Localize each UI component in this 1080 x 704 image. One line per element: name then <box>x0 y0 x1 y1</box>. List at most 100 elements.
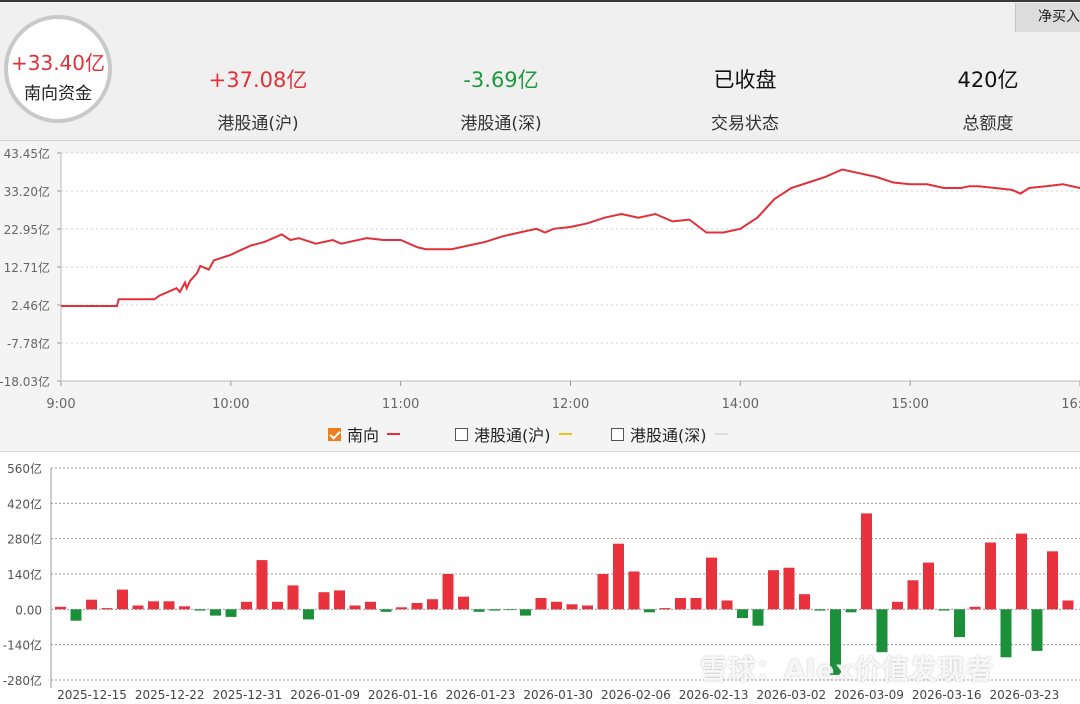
y-tick-label: 280亿 <box>7 532 42 547</box>
legend-item-sh[interactable]: 港股通(沪) <box>455 424 572 445</box>
stat-sz-label: 港股通(深) <box>460 114 542 134</box>
bar <box>814 609 826 611</box>
legend-line-swatch <box>387 433 401 435</box>
stat-sh-value: +37.08亿 <box>208 68 308 92</box>
bar <box>628 571 640 610</box>
legend-line-swatch <box>558 433 572 435</box>
bar <box>349 605 361 610</box>
bar <box>737 609 748 619</box>
bar <box>365 601 376 610</box>
y-tick-label: 140亿 <box>7 567 42 582</box>
south-total-badge: +33.40亿 南向资金 <box>4 15 112 123</box>
bar <box>504 609 516 611</box>
x-tick-label: 10:00 <box>212 397 249 412</box>
bar <box>675 598 686 610</box>
bar <box>520 609 531 616</box>
bar <box>194 609 206 611</box>
bar <box>132 605 144 610</box>
bar <box>1062 600 1074 610</box>
net-buy-button[interactable]: 净买入 <box>1015 3 1080 32</box>
bar <box>768 570 779 610</box>
x-tick-label: 2025-12-22 <box>135 688 205 702</box>
y-tick-label: 43.45亿 <box>4 146 50 161</box>
x-tick-label: 2026-03-02 <box>756 688 826 702</box>
x-tick-label: 15:00 <box>891 397 928 412</box>
stat-trade-status: 已收盘 交易状态 <box>655 66 835 134</box>
bar <box>411 603 423 610</box>
legend-item-sz[interactable]: 港股通(深) <box>611 424 728 445</box>
bar <box>287 585 299 610</box>
quota-label: 总额度 <box>962 114 1014 134</box>
checkbox-unchecked-icon[interactable] <box>455 427 468 441</box>
bar <box>86 599 97 610</box>
y-tick-label: 12.71亿 <box>4 260 50 275</box>
legend-item-south[interactable]: 南向 <box>328 424 401 445</box>
bar <box>969 606 981 610</box>
bar <box>892 601 903 610</box>
x-tick-label: 2026-01-23 <box>446 688 516 702</box>
intraday-chart-panel: 43.45亿 33.20亿 22.95亿 12.71亿 2.46亿 -7.78亿 -18.0… <box>0 141 1080 451</box>
bar <box>938 609 950 611</box>
bar <box>473 609 485 612</box>
bar <box>148 601 159 610</box>
bar <box>1016 533 1027 610</box>
bar <box>1031 609 1043 651</box>
bar <box>163 601 175 610</box>
x-tick-label: 2026-03-16 <box>912 688 982 702</box>
bar <box>659 608 671 610</box>
legend-line-swatch <box>714 433 728 435</box>
bar <box>55 606 66 610</box>
bar <box>427 599 438 610</box>
bar <box>907 580 919 610</box>
x-tick-label: 2026-03-09 <box>834 688 904 702</box>
bar <box>225 609 237 617</box>
stat-quota: 420亿 总额度 <box>898 66 1078 134</box>
south-total-label: 南向资金 <box>24 84 92 104</box>
stat-sh: +37.08亿 港股通(沪) <box>168 66 348 134</box>
bar <box>644 609 655 613</box>
summary-header: +33.40亿 南向资金 +37.08亿 港股通(沪) -3.69亿 港股通(深… <box>0 0 1080 141</box>
bar <box>799 594 810 610</box>
legend-label-south: 南向 <box>347 426 380 445</box>
bar <box>117 589 128 610</box>
bar <box>861 513 872 610</box>
bar <box>566 604 578 610</box>
x-tick-label: 9:00 <box>46 397 75 412</box>
bar <box>442 574 454 610</box>
y-tick-label: 22.95亿 <box>4 222 50 237</box>
bar <box>210 609 221 616</box>
top-border <box>0 0 1080 2</box>
bar <box>1000 609 1012 658</box>
checkbox-unchecked-icon[interactable] <box>611 427 624 441</box>
bar <box>272 601 283 610</box>
checkbox-checked-icon[interactable] <box>328 427 341 441</box>
stat-sz-value: -3.69亿 <box>463 68 539 92</box>
stat-sz: -3.69亿 港股通(深) <box>411 66 591 134</box>
bar <box>179 606 190 610</box>
trade-status-value: 已收盘 <box>713 68 777 92</box>
bar <box>985 542 996 610</box>
bar <box>489 609 500 611</box>
x-tick-label: 2026-02-13 <box>679 688 749 702</box>
y-tick-label: -140亿 <box>3 638 42 653</box>
bar <box>613 543 624 610</box>
bar <box>1047 551 1058 610</box>
bar <box>706 557 717 610</box>
y-tick-label: -7.78亿 <box>7 336 50 351</box>
bar <box>303 609 314 620</box>
y-tick-label: 0.00 <box>15 603 42 617</box>
x-tick-label: 2026-02-06 <box>601 688 671 702</box>
bar <box>241 601 252 610</box>
x-tick-label: 2026-01-09 <box>290 688 360 702</box>
y-tick-label: 2.46亿 <box>11 298 50 313</box>
x-tick-label: 2026-01-30 <box>523 688 593 702</box>
bar <box>845 609 857 613</box>
y-tick-label: 420亿 <box>7 496 42 511</box>
bar <box>535 598 547 610</box>
bar <box>752 609 764 626</box>
trade-status-label: 交易状态 <box>711 114 779 134</box>
bar <box>954 609 965 638</box>
bar <box>597 574 609 610</box>
watermark: 雪球：Alex价值发现者 <box>700 655 994 686</box>
y-tick-label: -280亿 <box>3 673 42 688</box>
